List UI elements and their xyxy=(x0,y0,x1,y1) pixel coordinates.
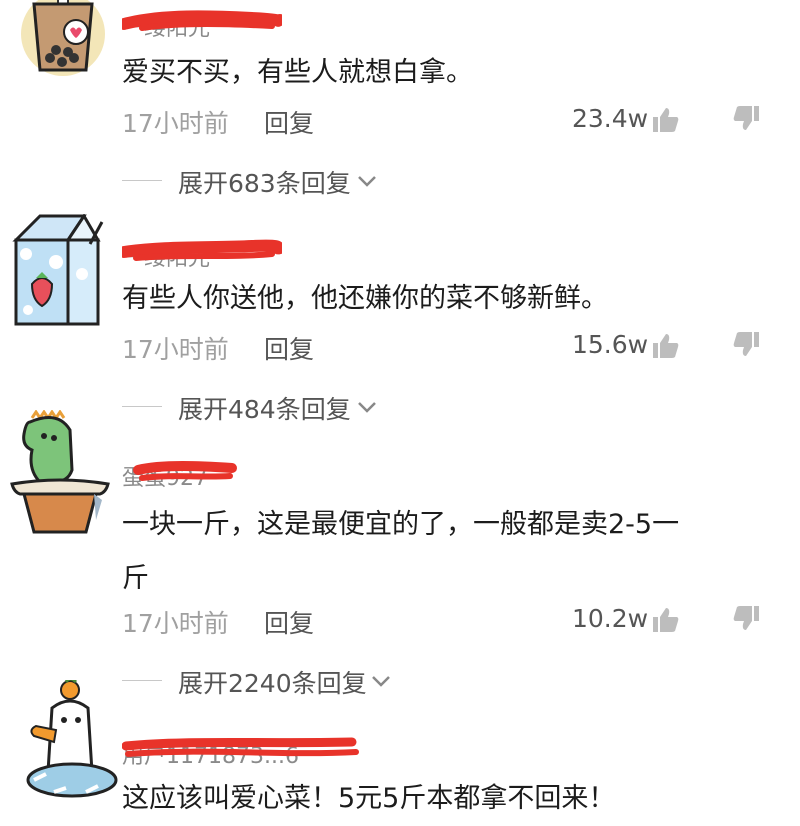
thumbs-down-icon[interactable] xyxy=(732,330,760,358)
reply-button[interactable]: 回复 xyxy=(264,104,314,140)
timestamp: 17小时前 xyxy=(122,609,229,638)
chevron-down-icon xyxy=(358,402,376,413)
comment-username[interactable]: 用户1171873...6 xyxy=(122,734,382,769)
thumbs-up-icon[interactable] xyxy=(652,606,680,634)
divider xyxy=(122,680,162,681)
comment-username[interactable]: 蛋蛋927 xyxy=(122,456,382,491)
like-count: 15.6w xyxy=(572,330,649,359)
avatar-dinosaur-icon[interactable] xyxy=(10,409,110,534)
comment-text: 有些人你送他，他还嫌你的菜不够新鲜。 xyxy=(122,283,608,314)
comment-meta: 17小时前 回复 10.2w xyxy=(122,604,772,644)
comment-meta: 17小时前 回复 23.4w xyxy=(122,104,772,144)
timestamp: 17小时前 xyxy=(122,109,229,138)
thumbs-down-icon[interactable] xyxy=(732,604,760,632)
reply-button[interactable]: 回复 xyxy=(264,330,314,366)
redaction-scribble xyxy=(122,239,282,261)
expand-replies-button[interactable]: 展开2240条回复 xyxy=(122,664,442,700)
redaction-scribble xyxy=(122,737,359,757)
expand-replies-label: 展开2240条回复 xyxy=(178,669,367,698)
chevron-down-icon xyxy=(372,676,390,687)
comment-username[interactable]: 一缕阳光 xyxy=(122,6,382,41)
redaction-scribble xyxy=(133,461,237,481)
comment-username[interactable]: 一缕阳光 xyxy=(122,236,382,271)
avatar-milk-carton-icon[interactable] xyxy=(6,213,106,326)
redaction-scribble xyxy=(122,10,282,31)
comment-meta: 17小时前 回复 15.6w xyxy=(122,330,772,370)
avatar-duck-icon[interactable] xyxy=(26,677,118,810)
like-count: 10.2w xyxy=(572,604,649,633)
expand-replies-label: 展开484条回复 xyxy=(178,395,351,424)
expand-replies-button[interactable]: 展开683条回复 xyxy=(122,164,442,200)
thumbs-down-icon[interactable] xyxy=(732,104,760,132)
reply-button[interactable]: 回复 xyxy=(264,604,314,640)
comment-text: 爱买不买，有些人就想白拿。 xyxy=(122,57,473,88)
comment-text: 一块一斤，这是最便宜的了，一般都是卖2-5一 斤 xyxy=(122,509,680,594)
divider xyxy=(122,180,162,181)
expand-replies-button[interactable]: 展开484条回复 xyxy=(122,390,442,426)
chevron-down-icon xyxy=(358,176,376,187)
avatar-bubble-tea-icon[interactable] xyxy=(18,0,108,82)
expand-replies-label: 展开683条回复 xyxy=(178,169,351,198)
thumbs-up-icon[interactable] xyxy=(652,106,680,134)
comment-text: 这应该叫爱心菜！5元5斤本都拿不回来！ xyxy=(122,783,616,814)
like-count: 23.4w xyxy=(572,104,649,133)
thumbs-up-icon[interactable] xyxy=(652,332,680,360)
timestamp: 17小时前 xyxy=(122,335,229,364)
divider xyxy=(122,406,162,407)
